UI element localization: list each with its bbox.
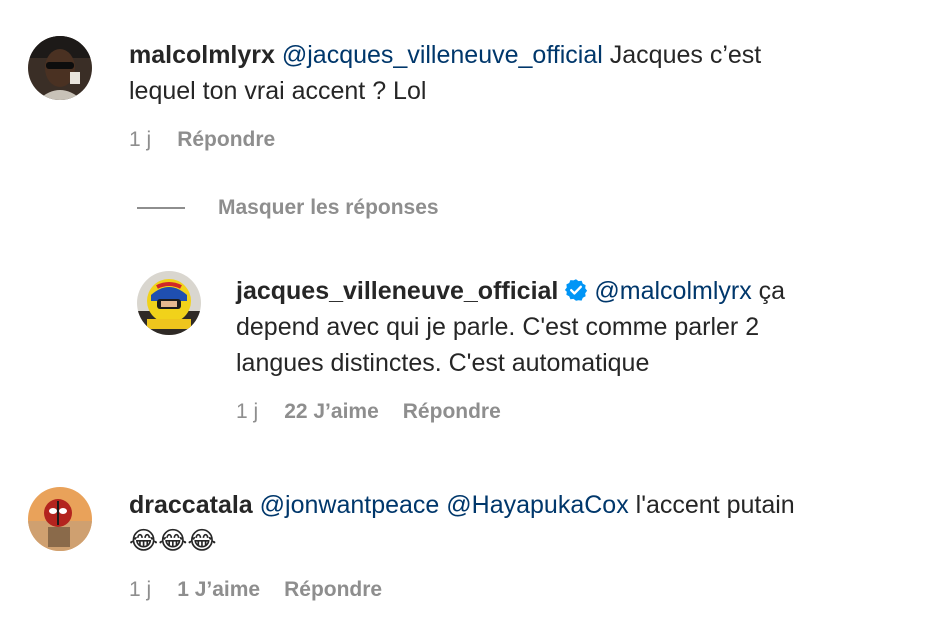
reply-mention[interactable]: @malcolmlyrx <box>594 277 751 305</box>
reply-body-line1: ça <box>758 277 786 305</box>
reply-username[interactable]: jacques_villeneuve_official <box>236 277 558 305</box>
comment-time: 1 j <box>129 578 152 601</box>
avatar-draccatala[interactable] <box>28 487 92 551</box>
avatar-jacques[interactable] <box>137 271 201 335</box>
comment-text: draccatala @jonwantpeace @HayapukaCox l'… <box>129 487 919 559</box>
comment-body-line2: lequel ton vrai accent ? Lol <box>129 77 427 105</box>
reply-text: jacques_villeneuve_official @malcolmlyrx… <box>236 273 916 381</box>
comment-likes[interactable]: 1 J’aime <box>177 576 260 604</box>
reply-body-line3: langues distinctes. C'est automatique <box>236 349 650 377</box>
hide-replies-button[interactable]: Masquer les réponses <box>137 196 439 220</box>
reply-time: 1 j <box>236 400 259 423</box>
avatar-image <box>28 36 92 100</box>
reply-meta: 1 j 22 J’aime Répondre <box>236 398 501 426</box>
comment-username[interactable]: draccatala <box>129 491 253 519</box>
hide-replies-divider <box>137 207 185 209</box>
reply-button[interactable]: Répondre <box>284 576 382 604</box>
comment-body-line1: Jacques c’est <box>609 41 762 69</box>
reply-button[interactable]: Répondre <box>403 398 501 426</box>
comment-mention-1[interactable]: @jonwantpeace <box>260 491 440 519</box>
comment-time: 1 j <box>129 128 152 151</box>
reply-likes[interactable]: 22 J’aime <box>284 398 379 426</box>
comment-mention[interactable]: @jacques_villeneuve_official <box>282 41 603 69</box>
comment-text: malcolmlyrx @jacques_villeneuve_official… <box>129 37 919 109</box>
avatar-malcolmlyrx[interactable] <box>28 36 92 100</box>
laughing-emoji-icon: 😂😂😂 <box>129 526 217 555</box>
comment-meta: 1 j 1 J’aime Répondre <box>129 576 382 604</box>
comment-meta: 1 j Répondre <box>129 126 275 154</box>
avatar-image <box>28 487 92 551</box>
reply-button[interactable]: Répondre <box>177 126 275 154</box>
reply-body-line2: depend avec qui je parle. C'est comme pa… <box>236 313 760 341</box>
comment-username[interactable]: malcolmlyrx <box>129 41 275 69</box>
comment-mention-2[interactable]: @HayapukaCox <box>446 491 628 519</box>
hide-replies-label: Masquer les réponses <box>218 196 439 219</box>
verified-badge-icon <box>565 279 588 301</box>
comment-body: l'accent putain <box>635 491 795 519</box>
avatar-image <box>137 271 201 335</box>
